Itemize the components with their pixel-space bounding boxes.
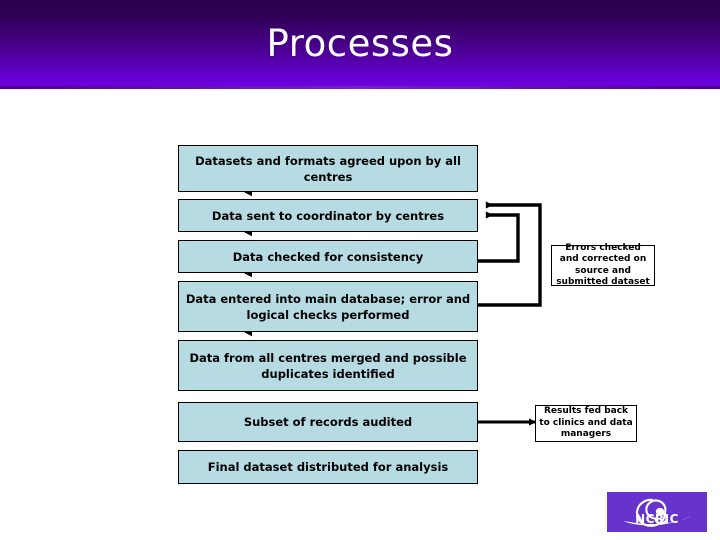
process-box-datasets-agreed[interactable]: Datasets and formats agreed upon by all … <box>178 145 478 192</box>
process-box-final-dataset[interactable]: Final dataset distributed for analysis <box>178 450 478 484</box>
feedback-loop-database <box>478 201 542 307</box>
process-box-main-database[interactable]: Data entered into main database; error a… <box>178 281 478 332</box>
process-box-merge-duplicates[interactable]: Data from all centres merged and possibl… <box>178 340 478 391</box>
flowchart: Datasets and formats agreed upon by all … <box>0 88 720 540</box>
note-box-results-fed-back[interactable]: Results fed back to clinics and data man… <box>535 405 637 442</box>
process-box-data-sent[interactable]: Data sent to coordinator by centres <box>178 199 478 232</box>
page-title: Processes <box>266 22 454 65</box>
note-box-errors-checked[interactable]: Errors checked and corrected on source a… <box>551 243 655 287</box>
feedback-loop-consistency <box>478 211 520 263</box>
process-box-consistency-check[interactable]: Data checked for consistency <box>178 240 478 273</box>
organisation-logo: NCRIC <box>607 492 707 532</box>
logo-wordmark: NCRIC <box>635 512 679 526</box>
process-box-subset-audited[interactable]: Subset of records audited <box>178 402 478 442</box>
